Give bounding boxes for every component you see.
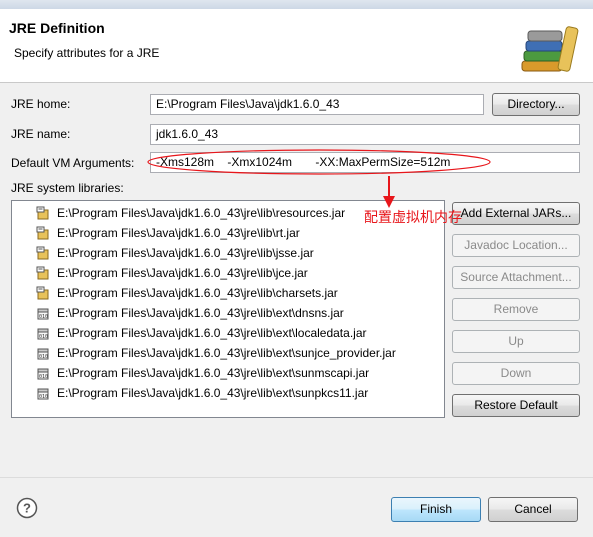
- library-path: E:\Program Files\Java\jdk1.6.0_43\jre\li…: [57, 226, 300, 240]
- source-attachment-button[interactable]: Source Attachment...: [452, 266, 580, 289]
- svg-text:010: 010: [39, 374, 48, 380]
- footer-separator: [0, 477, 593, 478]
- down-button[interactable]: Down: [452, 362, 580, 385]
- binary-jar-icon: 010: [37, 308, 49, 320]
- svg-text:010: 010: [39, 394, 48, 400]
- dialog-header: JRE Definition Specify attributes for a …: [0, 9, 593, 83]
- svg-text:010: 010: [39, 314, 48, 320]
- jar-icon: [36, 206, 49, 220]
- jar-icon: [36, 286, 49, 300]
- dialog-subtitle: Specify attributes for a JRE: [14, 46, 160, 60]
- up-button[interactable]: Up: [452, 330, 580, 353]
- annotation-note: 配置虚拟机内存: [364, 210, 462, 226]
- svg-text:010: 010: [39, 334, 48, 340]
- libraries-list[interactable]: E:\Program Files\Java\jdk1.6.0_43\jre\li…: [11, 200, 445, 418]
- jre-home-label: JRE home:: [11, 97, 71, 111]
- jre-name-field[interactable]: jdk1.6.0_43: [150, 124, 580, 145]
- libraries-label: JRE system libraries:: [11, 181, 124, 195]
- binary-jar-icon: 010: [37, 348, 49, 360]
- jre-name-label: JRE name:: [11, 127, 71, 141]
- add-external-jars-button[interactable]: Add External JARs...: [452, 202, 580, 225]
- annotation-arrow: [383, 176, 395, 208]
- help-icon[interactable]: ?: [16, 497, 38, 519]
- library-path: E:\Program Files\Java\jdk1.6.0_43\jre\li…: [57, 286, 338, 300]
- library-path: E:\Program Files\Java\jdk1.6.0_43\jre\li…: [57, 266, 308, 280]
- binary-jar-icon: 010: [37, 328, 49, 340]
- finish-button[interactable]: Finish: [391, 497, 481, 522]
- library-path: E:\Program Files\Java\jdk1.6.0_43\jre\li…: [57, 346, 396, 360]
- cancel-button[interactable]: Cancel: [488, 497, 578, 522]
- library-path: E:\Program Files\Java\jdk1.6.0_43\jre\li…: [57, 366, 370, 380]
- library-path: E:\Program Files\Java\jdk1.6.0_43\jre\li…: [57, 326, 367, 340]
- library-path: E:\Program Files\Java\jdk1.6.0_43\jre\li…: [57, 306, 344, 320]
- dialog-title: JRE Definition: [9, 20, 105, 36]
- vm-args-label: Default VM Arguments:: [11, 156, 135, 170]
- binary-jar-icon: 010: [37, 388, 49, 400]
- svg-text:?: ?: [23, 501, 31, 516]
- binary-jar-icon: 010: [37, 368, 49, 380]
- javadoc-location-button[interactable]: Javadoc Location...: [452, 234, 580, 257]
- library-path: E:\Program Files\Java\jdk1.6.0_43\jre\li…: [57, 206, 346, 220]
- annotation-ellipse: [147, 149, 491, 175]
- jar-icon: [36, 226, 49, 240]
- restore-default-button[interactable]: Restore Default: [452, 394, 580, 417]
- svg-text:010: 010: [39, 354, 48, 360]
- library-path: E:\Program Files\Java\jdk1.6.0_43\jre\li…: [57, 246, 314, 260]
- directory-button[interactable]: Directory...: [492, 93, 580, 116]
- jar-icon: [36, 246, 49, 260]
- remove-button[interactable]: Remove: [452, 298, 580, 321]
- jar-icon: [36, 266, 49, 280]
- library-path: E:\Program Files\Java\jdk1.6.0_43\jre\li…: [57, 386, 369, 400]
- jre-home-field[interactable]: E:\Program Files\Java\jdk1.6.0_43: [150, 94, 484, 115]
- books-icon: [521, 26, 579, 72]
